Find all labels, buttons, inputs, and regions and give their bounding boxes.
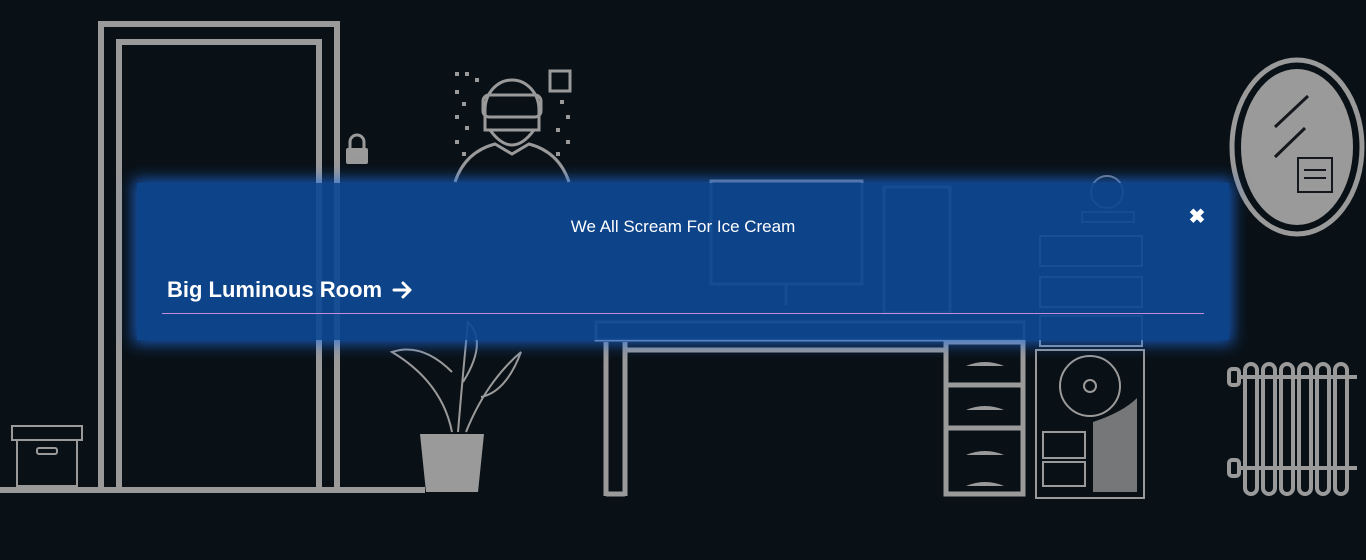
desk-illustration [594,320,1026,497]
room-dialog: We All Scream For Ice Cream ✖ Big Lumino… [137,183,1229,340]
plant-pot [420,434,484,492]
vr-person-illustration [453,69,572,183]
padlock-icons [346,133,368,164]
dialog-divider [162,313,1204,314]
desk-drawer-handles [966,362,1004,486]
mirror-illustration [1229,57,1365,237]
room-link-button[interactable]: Big Luminous Room [167,277,414,303]
radiator-illustration [1227,362,1357,496]
qr-dots [455,72,570,156]
server-mesh [1093,398,1137,492]
dialog-title: We All Scream For Ice Cream [570,217,796,236]
room-link-label: Big Luminous Room [167,277,383,302]
arrow-right-icon [392,280,414,300]
close-icon[interactable]: ✖ [1185,205,1209,229]
box-illustration [11,425,83,487]
